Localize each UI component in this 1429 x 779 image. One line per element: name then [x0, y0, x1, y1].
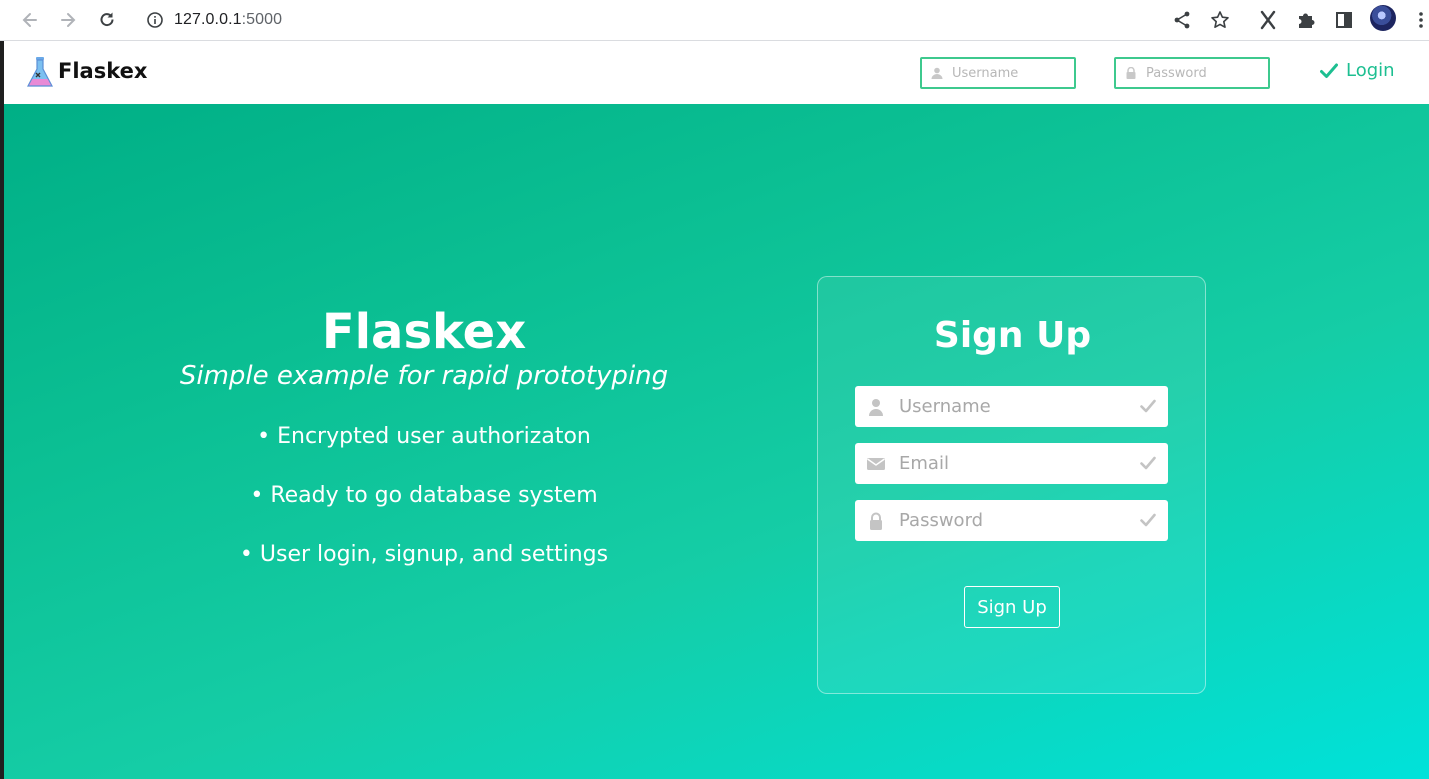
hero-section: Flaskex Simple example for rapid prototy… [4, 104, 1429, 779]
share-button[interactable] [1169, 7, 1195, 33]
feature-item: • User login, signup, and settings [239, 542, 609, 567]
signup-title: Sign Up [933, 315, 1092, 356]
menu-button[interactable] [1408, 7, 1429, 33]
site-navbar: Flaskex Login [4, 42, 1429, 104]
brand-name[interactable]: Flaskex [58, 59, 147, 83]
extension-x-button[interactable] [1255, 7, 1281, 33]
signup-button[interactable]: Sign Up [964, 586, 1060, 628]
login-label: Login [1346, 60, 1395, 81]
user-icon [931, 67, 943, 79]
envelope-icon [867, 458, 885, 470]
lock-icon [870, 512, 882, 530]
check-icon [1140, 456, 1156, 470]
flask-logo-icon[interactable] [26, 56, 54, 90]
url-host: 127.0.0.1 [174, 11, 242, 28]
side-panel-icon [1336, 12, 1352, 28]
kebab-menu-icon [1419, 12, 1423, 28]
arrow-right-icon [61, 13, 76, 27]
forward-button[interactable] [56, 8, 80, 32]
navbar-password-field[interactable] [1114, 57, 1270, 89]
info-icon[interactable] [146, 11, 164, 29]
puzzle-icon [1299, 13, 1315, 28]
profile-avatar[interactable] [1370, 5, 1396, 31]
signup-email-input[interactable] [899, 443, 1129, 484]
share-icon [1174, 11, 1190, 29]
feature-item: • Ready to go database system [250, 483, 598, 508]
check-icon [1140, 513, 1156, 527]
url-text[interactable]: 127.0.0.1:5000 [174, 11, 282, 29]
bookmark-button[interactable] [1207, 7, 1233, 33]
navbar-username-input[interactable] [952, 59, 1070, 87]
lock-icon [1126, 67, 1136, 79]
signup-email-field[interactable] [855, 443, 1168, 484]
check-icon [1320, 63, 1338, 78]
browser-toolbar: 127.0.0.1:5000 [0, 0, 1429, 41]
star-icon [1211, 11, 1229, 28]
feature-item: • Encrypted user authorizaton [257, 424, 591, 449]
hero-title: Flaskex [321, 304, 527, 360]
x-extension-icon [1260, 10, 1276, 30]
signup-password-input[interactable] [899, 500, 1129, 541]
navbar-password-input[interactable] [1146, 59, 1264, 87]
signup-card: Sign Up Sign Up [817, 276, 1206, 694]
side-panel-button[interactable] [1331, 7, 1357, 33]
reload-icon [100, 12, 114, 27]
reload-button[interactable] [95, 8, 119, 32]
address-bar[interactable]: 127.0.0.1:5000 [136, 3, 1242, 37]
url-port: :5000 [241, 11, 283, 28]
arrow-left-icon [22, 13, 37, 27]
signup-password-field[interactable] [855, 500, 1168, 541]
login-button[interactable]: Login [1320, 60, 1395, 81]
navbar-username-field[interactable] [920, 57, 1076, 89]
back-button[interactable] [18, 8, 42, 32]
user-icon [869, 399, 883, 416]
extensions-button[interactable] [1293, 7, 1319, 33]
signup-username-field[interactable] [855, 386, 1168, 427]
signup-username-input[interactable] [899, 386, 1129, 427]
check-icon [1140, 399, 1156, 413]
hero-subtitle: Simple example for rapid prototyping [179, 361, 669, 391]
